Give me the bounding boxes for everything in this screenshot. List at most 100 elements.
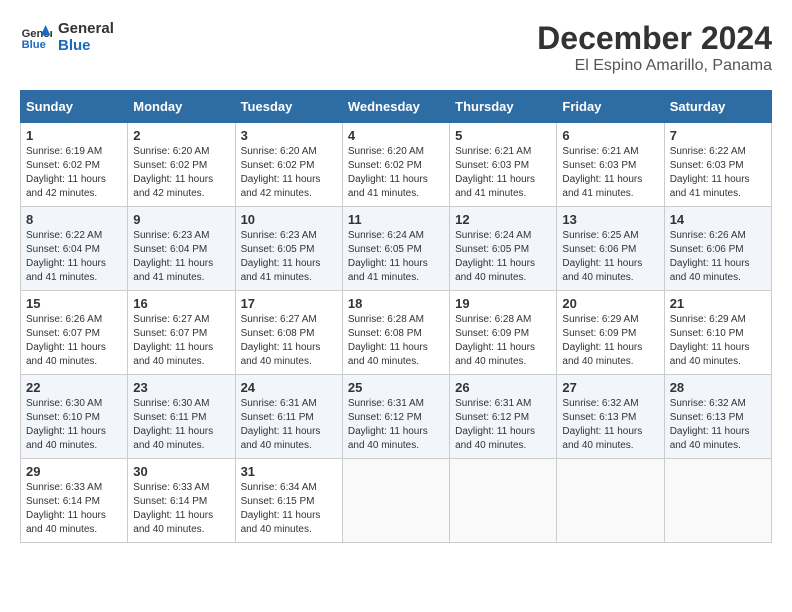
table-row: 6 Sunrise: 6:21 AMSunset: 6:03 PMDaylight… xyxy=(557,123,664,207)
day-info: Sunrise: 6:31 AMSunset: 6:12 PMDaylight:… xyxy=(455,397,551,453)
table-row xyxy=(664,459,771,543)
table-row xyxy=(450,459,557,543)
day-number: 24 xyxy=(241,380,337,395)
logo-icon: General Blue xyxy=(20,21,52,53)
day-number: 13 xyxy=(562,212,658,227)
table-row: 3 Sunrise: 6:20 AMSunset: 6:02 PMDaylight… xyxy=(235,123,342,207)
table-row: 11 Sunrise: 6:24 AMSunset: 6:05 PMDayligh… xyxy=(342,207,449,291)
table-row: 23 Sunrise: 6:30 AMSunset: 6:11 PMDayligh… xyxy=(128,375,235,459)
day-info: Sunrise: 6:23 AMSunset: 6:04 PMDaylight:… xyxy=(133,229,229,285)
day-number: 16 xyxy=(133,296,229,311)
day-number: 1 xyxy=(26,128,122,143)
table-row: 13 Sunrise: 6:25 AMSunset: 6:06 PMDayligh… xyxy=(557,207,664,291)
day-info: Sunrise: 6:21 AMSunset: 6:03 PMDaylight:… xyxy=(455,145,551,201)
calendar-table: Sunday Monday Tuesday Wednesday Thursday… xyxy=(20,90,772,543)
calendar-week-row: 15Sunrise: 6:26 AMSunset: 6:07 PMDayligh… xyxy=(21,291,772,375)
day-info: Sunrise: 6:25 AMSunset: 6:06 PMDaylight:… xyxy=(562,229,658,285)
day-number: 8 xyxy=(26,212,122,227)
table-row: 17 Sunrise: 6:27 AMSunset: 6:08 PMDayligh… xyxy=(235,291,342,375)
calendar-week-row: 22Sunrise: 6:30 AMSunset: 6:10 PMDayligh… xyxy=(21,375,772,459)
location-subtitle: El Espino Amarillo, Panama xyxy=(537,57,772,75)
day-info: Sunrise: 6:31 AMSunset: 6:11 PMDaylight:… xyxy=(241,397,337,453)
day-info: Sunrise: 6:29 AMSunset: 6:10 PMDaylight:… xyxy=(670,313,766,369)
day-number: 4 xyxy=(348,128,444,143)
day-number: 29 xyxy=(26,464,122,479)
table-row: 21 Sunrise: 6:29 AMSunset: 6:10 PMDayligh… xyxy=(664,291,771,375)
day-info: Sunrise: 6:20 AMSunset: 6:02 PMDaylight:… xyxy=(241,145,337,201)
day-info: Sunrise: 6:33 AMSunset: 6:14 PMDaylight:… xyxy=(133,481,229,537)
day-info: Sunrise: 6:24 AMSunset: 6:05 PMDaylight:… xyxy=(348,229,444,285)
logo-blue: Blue xyxy=(58,37,114,54)
day-info: Sunrise: 6:32 AMSunset: 6:13 PMDaylight:… xyxy=(670,397,766,453)
table-row: 28Sunrise: 6:32 AMSunset: 6:13 PMDayligh… xyxy=(664,375,771,459)
day-number: 19 xyxy=(455,296,551,311)
table-row: 19 Sunrise: 6:28 AMSunset: 6:09 PMDayligh… xyxy=(450,291,557,375)
calendar-week-row: 29 Sunrise: 6:33 AMSunset: 6:14 PMDayligh… xyxy=(21,459,772,543)
day-number: 17 xyxy=(241,296,337,311)
table-row: 12 Sunrise: 6:24 AMSunset: 6:05 PMDayligh… xyxy=(450,207,557,291)
day-info: Sunrise: 6:27 AMSunset: 6:08 PMDaylight:… xyxy=(241,313,337,369)
day-info: Sunrise: 6:20 AMSunset: 6:02 PMDaylight:… xyxy=(348,145,444,201)
title-section: December 2024 El Espino Amarillo, Panama xyxy=(537,20,772,75)
day-info: Sunrise: 6:27 AMSunset: 6:07 PMDaylight:… xyxy=(133,313,229,369)
day-number: 12 xyxy=(455,212,551,227)
table-row: 25 Sunrise: 6:31 AMSunset: 6:12 PMDayligh… xyxy=(342,375,449,459)
day-info: Sunrise: 6:30 AMSunset: 6:11 PMDaylight:… xyxy=(133,397,229,453)
day-info: Sunrise: 6:22 AMSunset: 6:03 PMDaylight:… xyxy=(670,145,766,201)
day-info: Sunrise: 6:23 AMSunset: 6:05 PMDaylight:… xyxy=(241,229,337,285)
table-row: 22Sunrise: 6:30 AMSunset: 6:10 PMDayligh… xyxy=(21,375,128,459)
table-row: 24 Sunrise: 6:31 AMSunset: 6:11 PMDayligh… xyxy=(235,375,342,459)
day-info: Sunrise: 6:22 AMSunset: 6:04 PMDaylight:… xyxy=(26,229,122,285)
day-number: 18 xyxy=(348,296,444,311)
table-row: 16 Sunrise: 6:27 AMSunset: 6:07 PMDayligh… xyxy=(128,291,235,375)
day-info: Sunrise: 6:19 AMSunset: 6:02 PMDaylight:… xyxy=(26,145,122,201)
calendar-week-row: 8 Sunrise: 6:22 AMSunset: 6:04 PMDaylight… xyxy=(21,207,772,291)
day-info: Sunrise: 6:24 AMSunset: 6:05 PMDaylight:… xyxy=(455,229,551,285)
day-info: Sunrise: 6:30 AMSunset: 6:10 PMDaylight:… xyxy=(26,397,122,453)
calendar-header-row: Sunday Monday Tuesday Wednesday Thursday… xyxy=(21,91,772,123)
day-number: 15 xyxy=(26,296,122,311)
table-row: 20Sunrise: 6:29 AMSunset: 6:09 PMDayligh… xyxy=(557,291,664,375)
col-friday: Friday xyxy=(557,91,664,123)
day-number: 5 xyxy=(455,128,551,143)
col-wednesday: Wednesday xyxy=(342,91,449,123)
day-number: 3 xyxy=(241,128,337,143)
day-number: 9 xyxy=(133,212,229,227)
day-info: Sunrise: 6:31 AMSunset: 6:12 PMDaylight:… xyxy=(348,397,444,453)
col-monday: Monday xyxy=(128,91,235,123)
day-number: 14 xyxy=(670,212,766,227)
table-row: 14 Sunrise: 6:26 AMSunset: 6:06 PMDayligh… xyxy=(664,207,771,291)
day-number: 31 xyxy=(241,464,337,479)
col-thursday: Thursday xyxy=(450,91,557,123)
day-number: 25 xyxy=(348,380,444,395)
table-row: 9 Sunrise: 6:23 AMSunset: 6:04 PMDaylight… xyxy=(128,207,235,291)
day-number: 6 xyxy=(562,128,658,143)
table-row: 30 Sunrise: 6:33 AMSunset: 6:14 PMDayligh… xyxy=(128,459,235,543)
day-number: 27 xyxy=(562,380,658,395)
table-row: 27Sunrise: 6:32 AMSunset: 6:13 PMDayligh… xyxy=(557,375,664,459)
day-info: Sunrise: 6:28 AMSunset: 6:08 PMDaylight:… xyxy=(348,313,444,369)
table-row: 1 Sunrise: 6:19 AMSunset: 6:02 PMDaylight… xyxy=(21,123,128,207)
table-row: 18 Sunrise: 6:28 AMSunset: 6:08 PMDayligh… xyxy=(342,291,449,375)
table-row: 15Sunrise: 6:26 AMSunset: 6:07 PMDayligh… xyxy=(21,291,128,375)
day-info: Sunrise: 6:26 AMSunset: 6:06 PMDaylight:… xyxy=(670,229,766,285)
day-info: Sunrise: 6:29 AMSunset: 6:09 PMDaylight:… xyxy=(562,313,658,369)
table-row: 5 Sunrise: 6:21 AMSunset: 6:03 PMDaylight… xyxy=(450,123,557,207)
table-row: 29 Sunrise: 6:33 AMSunset: 6:14 PMDayligh… xyxy=(21,459,128,543)
day-info: Sunrise: 6:33 AMSunset: 6:14 PMDaylight:… xyxy=(26,481,122,537)
logo-general: General xyxy=(58,20,114,37)
day-number: 23 xyxy=(133,380,229,395)
table-row xyxy=(342,459,449,543)
day-number: 30 xyxy=(133,464,229,479)
table-row xyxy=(557,459,664,543)
day-info: Sunrise: 6:21 AMSunset: 6:03 PMDaylight:… xyxy=(562,145,658,201)
calendar-week-row: 1 Sunrise: 6:19 AMSunset: 6:02 PMDaylight… xyxy=(21,123,772,207)
day-number: 7 xyxy=(670,128,766,143)
day-number: 11 xyxy=(348,212,444,227)
logo: General Blue General Blue xyxy=(20,20,114,54)
month-title: December 2024 xyxy=(537,20,772,57)
day-number: 10 xyxy=(241,212,337,227)
day-number: 21 xyxy=(670,296,766,311)
day-info: Sunrise: 6:28 AMSunset: 6:09 PMDaylight:… xyxy=(455,313,551,369)
col-tuesday: Tuesday xyxy=(235,91,342,123)
